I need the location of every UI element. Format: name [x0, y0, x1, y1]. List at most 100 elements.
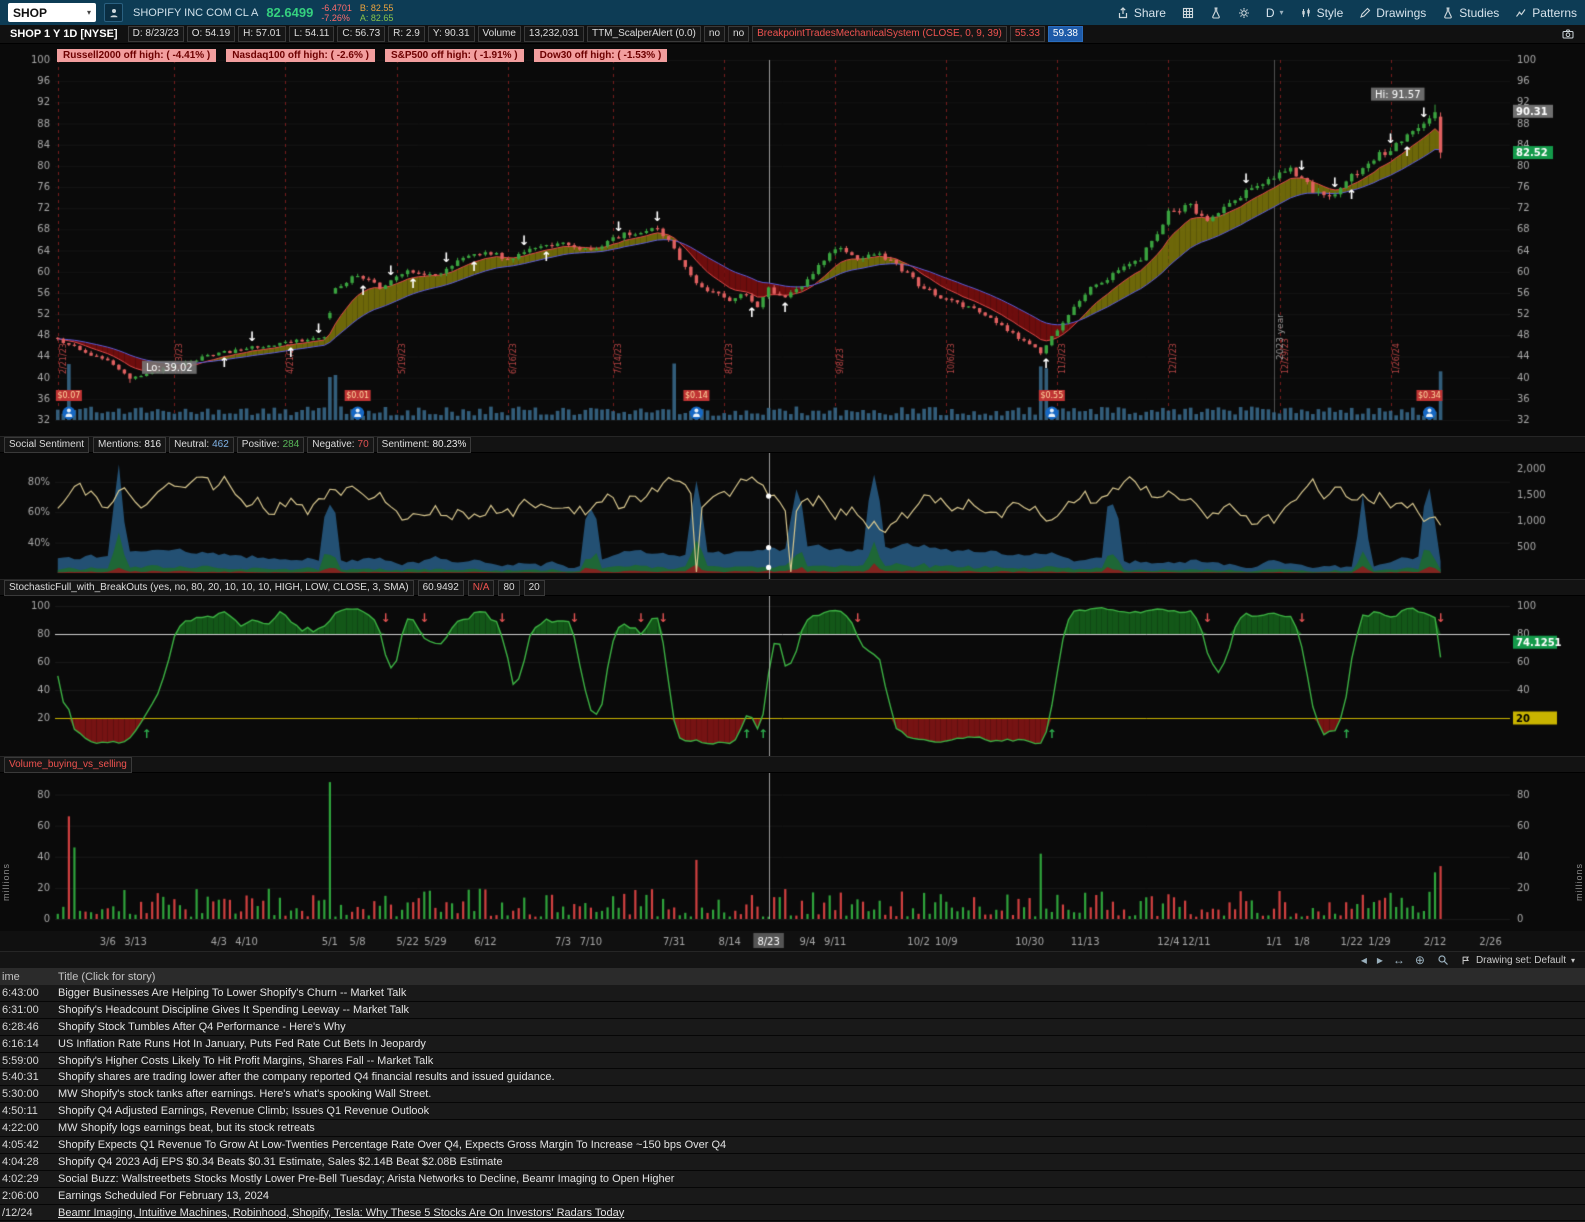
chart-header-field[interactable]: TTM_ScalperAlert (0.0) — [586, 26, 701, 42]
sentiment-stat: Sentiment: 80.23% — [376, 436, 472, 453]
change-stack: -6.4701 -7.26% — [321, 3, 352, 23]
bid-price: B: 82.55 — [359, 2, 394, 13]
news-row[interactable]: 6:28:46 Shopify Stock Tumbles After Q4 Pe… — [0, 1018, 1585, 1036]
chevron-down-icon: ▾ — [1570, 955, 1575, 965]
news-row[interactable]: 4:50:11 Shopify Q4 Adjusted Earnings, Rev… — [0, 1103, 1585, 1121]
chart-nav-icon[interactable]: ▸ — [1377, 954, 1383, 966]
drawings-button[interactable]: Drawings — [1359, 6, 1426, 20]
company-name: SHOPIFY INC COM CL A — [133, 6, 259, 19]
style-button[interactable]: Style — [1300, 6, 1343, 20]
sentiment-stats: Mentions: 816 Neutral: 462 Positive: 284 Negat… — [93, 436, 472, 453]
index-off-high-badge: Dow30 off high: ( -1.53% ) — [533, 49, 668, 62]
chart-settings-button[interactable] — [1238, 7, 1250, 19]
sentiment-stat-value: 284 — [282, 438, 300, 450]
quick-study-button[interactable] — [1210, 6, 1222, 19]
drawing-set-selector[interactable]: Drawing set: Default ▾ — [1461, 955, 1575, 966]
chart-footer: ◂ ▸ ↔ ⊕ Drawing set: Default ▾ — [0, 951, 1585, 968]
news-time: 6:28:46 — [2, 1020, 39, 1033]
news-row[interactable]: 5:59:00 Shopify's Higher Costs Likely To … — [0, 1052, 1585, 1070]
sentiment-stat: Negative: 70 — [307, 436, 374, 453]
volume-study-title[interactable]: Volume_buying_vs_selling — [4, 756, 132, 773]
news-row[interactable]: /12/24 Beamr Imaging, Intuitive Machines,… — [0, 1204, 1585, 1222]
news-row[interactable]: 4:04:28 Shopify Q4 2023 Adj EPS $0.34 Bea… — [0, 1153, 1585, 1171]
volume-axis-unit-left: millions — [1, 862, 11, 901]
news-time: 6:16:14 — [2, 1037, 39, 1050]
news-row[interactable]: 5:30:00 MW Shopify's stock tanks after ea… — [0, 1086, 1585, 1104]
volume-panel-header: Volume_buying_vs_selling — [0, 756, 1585, 773]
snapshot-camera-button[interactable] — [1561, 28, 1581, 40]
symbol-input[interactable] — [13, 5, 71, 20]
sentiment-stat-label: Negative: — [312, 438, 355, 450]
timeframe-button[interactable]: D ▾ — [1266, 6, 1284, 20]
stochastic-value: 60.9492 — [417, 579, 464, 596]
sentiment-stat-label: Positive: — [241, 438, 280, 450]
news-row[interactable]: 4:02:29 Social Buzz: Wallstreetbets Stock… — [0, 1170, 1585, 1188]
chart-header-field: Volume — [477, 26, 521, 42]
chart-header-field: H: 57.01 — [238, 26, 286, 42]
news-title-header[interactable]: Title (Click for story) — [54, 971, 159, 983]
news-row[interactable]: 6:16:14 US Inflation Rate Runs Hot In Jan… — [0, 1035, 1585, 1053]
news-title: Shopify shares are trading lower after t… — [58, 1071, 555, 1084]
stochastic-study-title[interactable]: StochasticFull_with_BreakOuts (yes, no, … — [4, 579, 414, 596]
grid-layout-button[interactable] — [1182, 7, 1194, 19]
news-row[interactable]: 6:31:00 Shopify's Headcount Discipline Gi… — [0, 1001, 1585, 1019]
chart-header: SHOP 1 Y 1D [NYSE] D: 8/23/23 O: 54.19 H: … — [0, 25, 1585, 44]
grid-icon — [1182, 7, 1193, 18]
index-badges-row: Russell2000 off high: ( -4.41% ) Nasdaq10… — [57, 49, 668, 62]
sentiment-stat: Mentions: 816 — [93, 436, 167, 453]
news-title: Bigger Businesses Are Helping To Lower S… — [58, 986, 407, 999]
index-off-high-badge: S&P500 off high: ( -1.91% ) — [384, 49, 524, 62]
chart-nav-icon[interactable]: ⊕ — [1415, 954, 1425, 966]
news-row[interactable]: 4:22:00 MW Shopify logs earnings beat, bu… — [0, 1120, 1585, 1138]
stochastic-oversold: 20 — [523, 579, 545, 596]
news-time: 5:30:00 — [2, 1088, 39, 1101]
news-time-header[interactable]: ime — [0, 971, 54, 983]
chart-title: SHOP 1 Y 1D [NYSE] — [10, 28, 118, 40]
news-time: 2:06:00 — [2, 1189, 39, 1202]
chart-header-field: L: 54.11 — [288, 26, 335, 42]
news-title: MW Shopify's stock tanks after earnings.… — [58, 1088, 432, 1101]
chart-nav-icon[interactable]: ↔ — [1393, 954, 1405, 966]
news-title: Social Buzz: Wallstreetbets Stocks Mostl… — [58, 1172, 675, 1185]
share-button[interactable]: Share — [1117, 6, 1166, 20]
sentiment-stat: Positive: 284 — [236, 436, 305, 453]
chart-header-field: D: 8/23/23 — [127, 26, 184, 42]
sentiment-study-title[interactable]: Social Sentiment — [4, 436, 90, 453]
last-price: 82.6499 — [266, 5, 314, 20]
chart-header-field[interactable]: BreakpointTradesMechanicalSystem (CLOSE,… — [752, 26, 1007, 42]
stochastic-na: N/A — [467, 579, 495, 596]
chart-header-fields: D: 8/23/23 O: 54.19 H: 57.01 L: 54.11 C: 56.… — [127, 26, 1083, 42]
chart-nav-icon[interactable]: ◂ — [1361, 954, 1367, 966]
studies-button[interactable]: Studies — [1442, 6, 1499, 20]
top-toolbar: ▾ SHOPIFY INC COM CL A 82.6499 -6.4701 -… — [0, 0, 1585, 25]
magnifier-icon[interactable] — [1437, 954, 1449, 966]
symbol-dropdown-caret[interactable]: ▾ — [87, 8, 91, 17]
pencil-icon — [1360, 7, 1371, 18]
sentiment-chart-canvas[interactable] — [0, 453, 1585, 579]
news-row[interactable]: 6:43:00 Bigger Businesses Are Helping To … — [0, 985, 1585, 1002]
news-title: Shopify's Higher Costs Likely To Hit Pro… — [58, 1054, 434, 1067]
symbol-input-box[interactable]: ▾ — [8, 3, 96, 22]
sentiment-stat-value: 70 — [357, 438, 369, 450]
symbol-description-button[interactable] — [104, 3, 123, 22]
time-axis-canvas[interactable] — [0, 931, 1585, 951]
percent-change: -7.26% — [321, 12, 350, 23]
news-row[interactable]: 4:05:42 Shopify Expects Q1 Revenue To Gro… — [0, 1137, 1585, 1154]
main-chart-panel: Russell2000 off high: ( -4.41% ) Nasdaq10… — [0, 44, 1585, 436]
person-icon — [110, 8, 117, 17]
sentiment-stat-label: Sentiment: — [381, 438, 430, 450]
news-time: 4:02:29 — [2, 1172, 39, 1185]
camera-icon — [1562, 29, 1574, 39]
stochastic-chart-canvas[interactable] — [0, 596, 1585, 756]
news-row[interactable]: 2:06:00 Earnings Scheduled For February 1… — [0, 1187, 1585, 1205]
news-row[interactable]: 5:40:31 Shopify shares are trading lower … — [0, 1069, 1585, 1087]
sentiment-stat-label: Neutral: — [174, 438, 210, 450]
volume-chart-canvas[interactable] — [0, 773, 1585, 931]
news-title: Earnings Scheduled For February 13, 2024 — [58, 1189, 269, 1202]
patterns-button[interactable]: Patterns — [1515, 6, 1577, 20]
chart-header-field: no — [703, 26, 726, 42]
sentiment-stat: Neutral: 462 — [169, 436, 234, 453]
chart-header-field: no — [728, 26, 750, 42]
price-chart-canvas[interactable] — [0, 44, 1585, 436]
patterns-icon — [1516, 8, 1526, 17]
